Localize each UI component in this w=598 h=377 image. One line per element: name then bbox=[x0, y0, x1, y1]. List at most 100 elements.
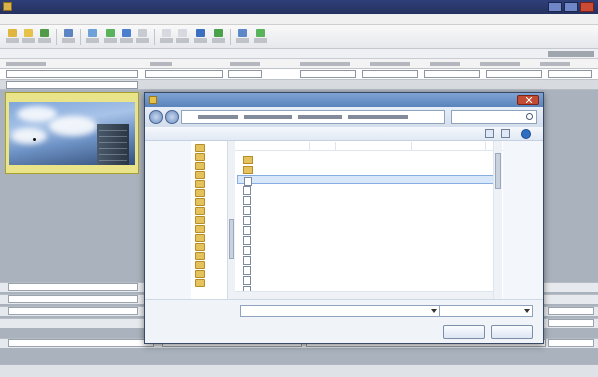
maximize-button[interactable] bbox=[564, 2, 578, 12]
file-row-selected[interactable] bbox=[237, 175, 495, 186]
preview-title bbox=[8, 94, 68, 102]
file-row[interactable] bbox=[237, 235, 495, 245]
file-type-select[interactable] bbox=[439, 305, 533, 317]
chevron-down-icon[interactable] bbox=[431, 309, 437, 313]
timeline-field[interactable] bbox=[6, 81, 138, 89]
folder-icon bbox=[195, 225, 205, 233]
track-field[interactable] bbox=[8, 283, 138, 291]
folder-icon bbox=[243, 166, 253, 174]
breadcrumb[interactable] bbox=[244, 115, 292, 119]
filename-area bbox=[145, 299, 543, 343]
cut-icon[interactable] bbox=[86, 28, 99, 45]
file-list-header bbox=[235, 141, 503, 151]
back-button[interactable] bbox=[149, 110, 163, 124]
column-header bbox=[6, 62, 46, 66]
export-icon[interactable] bbox=[212, 28, 225, 45]
file-icon bbox=[243, 186, 251, 195]
view-controls[interactable] bbox=[548, 51, 594, 57]
file-row[interactable] bbox=[237, 195, 495, 205]
value-field[interactable] bbox=[424, 70, 480, 78]
scroll-thumb[interactable] bbox=[229, 219, 234, 259]
edit-icon[interactable] bbox=[136, 28, 149, 45]
file-list-scrollbar[interactable] bbox=[493, 141, 502, 299]
fields-row bbox=[0, 69, 598, 80]
name-field[interactable] bbox=[6, 70, 138, 78]
folder-icon bbox=[195, 207, 205, 215]
dialog-icon bbox=[149, 96, 157, 104]
close-button[interactable] bbox=[580, 2, 594, 12]
nav-scrollbar[interactable] bbox=[227, 141, 235, 299]
file-row[interactable] bbox=[237, 165, 495, 174]
column-header bbox=[480, 62, 520, 66]
track-field[interactable] bbox=[548, 319, 594, 327]
file-row[interactable] bbox=[237, 215, 495, 225]
file-list bbox=[235, 141, 503, 299]
toolbar-separator bbox=[230, 29, 231, 45]
redo-icon[interactable] bbox=[176, 28, 189, 45]
value-field[interactable] bbox=[362, 70, 418, 78]
slider-track[interactable] bbox=[8, 339, 154, 347]
folder-icon bbox=[195, 270, 205, 278]
settings-icon[interactable] bbox=[236, 28, 249, 45]
value-field[interactable] bbox=[300, 70, 356, 78]
file-icon bbox=[243, 226, 251, 235]
breadcrumb[interactable] bbox=[348, 115, 408, 119]
scroll-thumb[interactable] bbox=[495, 153, 501, 189]
status-bar bbox=[0, 364, 598, 377]
timeline-band bbox=[0, 80, 598, 90]
file-row[interactable] bbox=[237, 155, 495, 164]
folder-icon bbox=[195, 234, 205, 242]
file-row[interactable] bbox=[237, 275, 495, 285]
view-icon[interactable] bbox=[485, 129, 494, 138]
track-field[interactable] bbox=[548, 307, 594, 315]
cancel-button[interactable] bbox=[491, 325, 533, 339]
folder-icon bbox=[243, 156, 253, 164]
folder-icon bbox=[195, 171, 205, 179]
copy-icon[interactable] bbox=[104, 28, 117, 45]
track-field[interactable] bbox=[548, 339, 594, 347]
undo-icon[interactable] bbox=[160, 28, 173, 45]
forward-button[interactable] bbox=[165, 110, 179, 124]
file-row[interactable] bbox=[237, 205, 495, 215]
value-field[interactable] bbox=[548, 70, 592, 78]
breadcrumb[interactable] bbox=[198, 115, 238, 119]
column-header bbox=[540, 62, 570, 66]
file-row[interactable] bbox=[237, 255, 495, 265]
file-name-input[interactable] bbox=[240, 305, 440, 317]
preview-panel[interactable] bbox=[5, 92, 139, 174]
open-dialog bbox=[144, 92, 544, 344]
file-row[interactable] bbox=[237, 265, 495, 275]
app-icon bbox=[3, 2, 12, 11]
file-row[interactable] bbox=[237, 225, 495, 235]
paste-icon[interactable] bbox=[120, 28, 133, 45]
column-separator bbox=[309, 142, 310, 150]
breadcrumb[interactable] bbox=[298, 115, 342, 119]
file-icon bbox=[243, 236, 251, 245]
time-field[interactable] bbox=[145, 70, 223, 78]
save-icon[interactable] bbox=[38, 28, 51, 45]
toolbar-separator bbox=[80, 29, 81, 45]
help-icon[interactable] bbox=[254, 28, 267, 45]
dialog-close-button[interactable] bbox=[517, 95, 539, 105]
minimize-button[interactable] bbox=[548, 2, 562, 12]
file-list-hscrollbar[interactable] bbox=[235, 291, 493, 299]
help-icon[interactable] bbox=[521, 129, 531, 139]
file-row[interactable] bbox=[237, 185, 495, 195]
open-button[interactable] bbox=[443, 325, 485, 339]
import-icon[interactable] bbox=[62, 28, 75, 45]
address-bar[interactable] bbox=[181, 110, 445, 124]
value-field[interactable] bbox=[228, 70, 262, 78]
folder-icon bbox=[195, 189, 205, 197]
track-field[interactable] bbox=[8, 295, 138, 303]
preview-image bbox=[9, 102, 135, 165]
track-field[interactable] bbox=[8, 307, 138, 315]
file-icon bbox=[243, 256, 251, 265]
file-row[interactable] bbox=[237, 245, 495, 255]
value-field[interactable] bbox=[486, 70, 542, 78]
new-icon[interactable] bbox=[6, 28, 19, 45]
preview-pane-icon[interactable] bbox=[501, 129, 510, 138]
search-input[interactable] bbox=[451, 110, 537, 124]
preview-icon[interactable] bbox=[194, 28, 207, 45]
open-icon[interactable] bbox=[22, 28, 35, 45]
toolbar bbox=[0, 25, 598, 49]
